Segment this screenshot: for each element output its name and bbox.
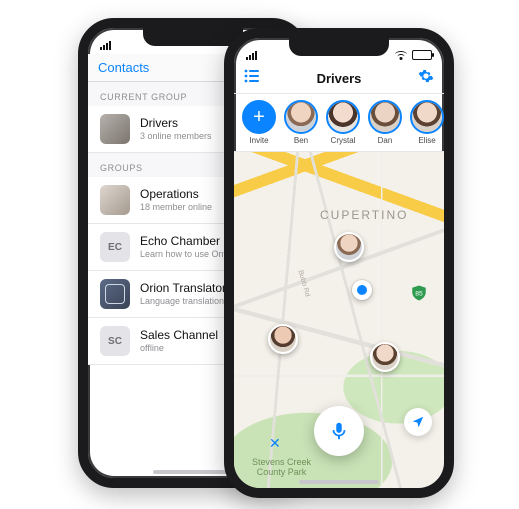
nav-bar: Drivers bbox=[234, 64, 444, 94]
group-subtitle: 3 online members bbox=[140, 131, 212, 142]
map-road-label: Bubb Rd bbox=[297, 269, 311, 297]
battery-icon bbox=[412, 50, 432, 60]
contact-chip[interactable]: Crystal bbox=[326, 100, 360, 145]
group-subtitle: Learn how to use Onyx bbox=[140, 249, 233, 260]
group-avatar-initials-icon: EC bbox=[100, 232, 130, 262]
group-avatar-icon bbox=[100, 279, 130, 309]
contact-name: Ben bbox=[294, 136, 308, 145]
microphone-icon bbox=[328, 420, 350, 442]
group-subtitle: 18 member online bbox=[140, 202, 212, 213]
contact-chip[interactable]: Ben bbox=[284, 100, 318, 145]
home-indicator bbox=[153, 470, 233, 474]
highway-shield-icon: 85 bbox=[410, 284, 428, 302]
driver-pin[interactable] bbox=[334, 232, 364, 262]
map-view[interactable]: CUPERTINO Bubb Rd 85 ✕ Stevens Creek Cou… bbox=[234, 152, 444, 488]
invite-label: Invite bbox=[249, 136, 268, 145]
contact-strip[interactable]: + Invite Ben Crystal Dan Elise bbox=[234, 94, 444, 152]
page-title: Drivers bbox=[317, 71, 362, 86]
close-icon[interactable]: ✕ bbox=[269, 435, 281, 452]
cellular-signal-icon bbox=[100, 41, 111, 50]
menu-list-icon[interactable] bbox=[244, 69, 260, 88]
contact-chip[interactable]: Dan bbox=[368, 100, 402, 145]
contact-chip[interactable]: Elise bbox=[410, 100, 444, 145]
cellular-signal-icon bbox=[246, 51, 257, 60]
driver-pin[interactable] bbox=[370, 342, 400, 372]
avatar bbox=[326, 100, 360, 134]
avatar bbox=[284, 100, 318, 134]
push-to-talk-button[interactable] bbox=[314, 406, 364, 456]
wifi-icon bbox=[395, 51, 407, 60]
contact-name: Elise bbox=[418, 136, 435, 145]
recenter-location-button[interactable] bbox=[404, 408, 432, 436]
group-avatar-icon bbox=[100, 185, 130, 215]
group-avatar-initials-icon: SC bbox=[100, 326, 130, 356]
contact-name: Dan bbox=[378, 136, 393, 145]
contact-name: Crystal bbox=[331, 136, 356, 145]
settings-gear-icon[interactable] bbox=[418, 68, 434, 89]
current-location-dot-icon bbox=[352, 280, 372, 300]
home-indicator bbox=[299, 480, 379, 484]
device-notch bbox=[289, 38, 389, 56]
map-city-label: CUPERTINO bbox=[320, 208, 408, 222]
avatar bbox=[368, 100, 402, 134]
group-title: Sales Channel bbox=[140, 328, 218, 342]
group-title: Drivers bbox=[140, 116, 212, 130]
group-avatar-icon bbox=[100, 114, 130, 144]
avatar bbox=[410, 100, 444, 134]
svg-text:85: 85 bbox=[415, 290, 423, 297]
driver-pin[interactable] bbox=[268, 324, 298, 354]
group-title: Echo Chamber bbox=[140, 234, 233, 248]
plus-icon: + bbox=[242, 100, 276, 134]
phone-drivers-map: Drivers + Invite Ben Crystal bbox=[224, 28, 454, 498]
group-subtitle: offline bbox=[140, 343, 218, 354]
map-park-label: Stevens Creek County Park bbox=[252, 458, 311, 478]
device-notch bbox=[143, 28, 243, 46]
group-title: Operations bbox=[140, 187, 212, 201]
invite-button[interactable]: + Invite bbox=[242, 100, 276, 145]
